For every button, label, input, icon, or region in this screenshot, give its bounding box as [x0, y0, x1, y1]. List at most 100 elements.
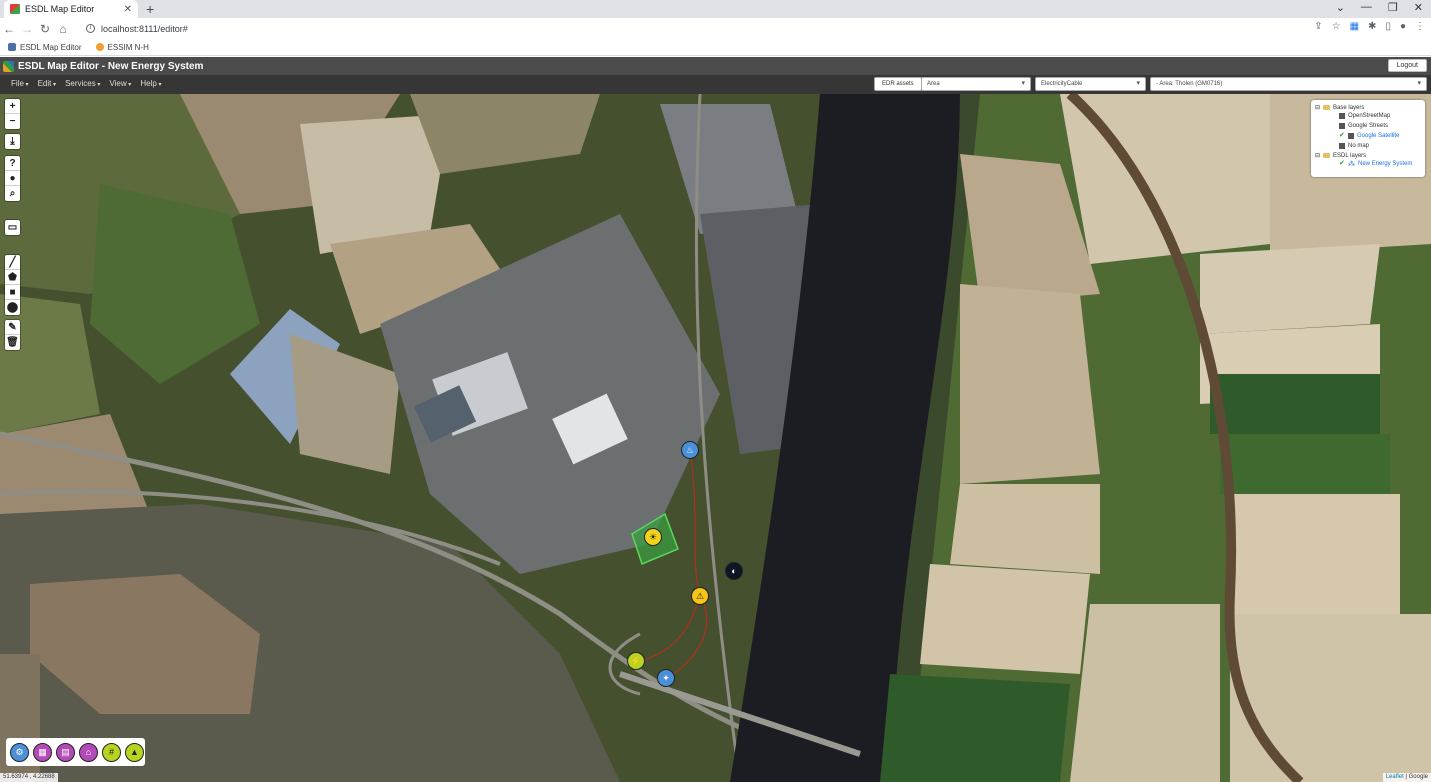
download-control: ⤓ [5, 134, 20, 149]
layer-icon [1339, 143, 1345, 149]
site-info-icon[interactable]: i [86, 24, 95, 33]
storage-icon[interactable]: ▦ [33, 742, 52, 762]
tab-search-icon[interactable]: ⌄ [1336, 1, 1345, 14]
windows-extension-icon[interactable]: ▦ [1350, 21, 1359, 32]
esdl-favicon-icon [10, 4, 20, 14]
building-icon[interactable]: ⌂ [79, 742, 98, 762]
leaflet-link[interactable]: Leaflet [1386, 774, 1404, 780]
area-select[interactable]: Area [921, 77, 1031, 91]
bookmark-label: ESDL Map Editor [20, 42, 82, 52]
tools-control: ? ● ⌕ [5, 156, 20, 201]
layer-openstreetmap[interactable]: OpenStreetMap [1315, 111, 1421, 121]
transformer-marker-icon[interactable]: ⚡ [627, 652, 645, 670]
logout-button[interactable]: Logout [1387, 59, 1427, 72]
google-attribution: Google [1408, 774, 1428, 780]
layer-label: New Energy System [1358, 161, 1413, 167]
bookmark-esdl[interactable]: ESDL Map Editor [8, 43, 82, 52]
download-icon[interactable]: ⤓ [5, 134, 20, 149]
home-icon[interactable]: ⌂ [54, 22, 72, 36]
draw-marker-icon[interactable]: ⬤ [5, 300, 20, 315]
browser-tab-bar: ESDL Map Editor ✕ + ⌄ — ❐ ✕ [0, 0, 1431, 18]
menu-services[interactable]: Services [65, 79, 100, 88]
region-select[interactable]: - Area: Tholen (GM0716) [1150, 77, 1427, 91]
layers-panel: ⊟ Base layers OpenStreetMap Google Stree… [1311, 100, 1425, 177]
profile-avatar-icon[interactable]: ● [1400, 21, 1406, 32]
layer-google-streets[interactable]: Google Streets [1315, 121, 1421, 131]
edr-assets-button[interactable]: EDR assets [874, 77, 922, 91]
esdl-layers-group[interactable]: ⊟ ESDL layers [1315, 152, 1421, 160]
draw-rectangle-icon[interactable]: ■ [5, 285, 20, 300]
layer-new-energy-system[interactable]: ✔ ⁂ New Energy System [1315, 159, 1421, 169]
menu-edit[interactable]: Edit [38, 79, 56, 88]
producer-icon[interactable]: ▲ [125, 742, 144, 762]
app-header: ESDL Map Editor - New Energy System Logo… [0, 57, 1431, 75]
window-controls: ⌄ — ❐ ✕ [1336, 1, 1423, 14]
comment-control: ▭ [5, 220, 20, 235]
layer-label: Google Satellite [1357, 133, 1400, 139]
delete-layers-icon[interactable]: 🗑 [5, 335, 20, 350]
minimize-icon[interactable]: — [1361, 1, 1372, 14]
help-icon[interactable]: ? [5, 156, 20, 171]
tab-close-icon[interactable]: ✕ [124, 4, 132, 15]
forward-icon[interactable]: → [18, 22, 36, 36]
sidepanel-icon[interactable]: ▯ [1385, 21, 1391, 32]
reload-icon[interactable]: ↻ [36, 22, 54, 36]
storage-marker-icon[interactable]: ◐ [725, 562, 743, 580]
zoom-control: + − [5, 99, 20, 129]
share-icon[interactable]: ⇪ [1314, 21, 1322, 32]
checked-icon: ✔ [1339, 160, 1345, 167]
extension-icons: ⇪ ☆ ▦ ✱ ▯ ● ⋮ [1314, 21, 1425, 32]
cable-select[interactable]: ElectricityCable [1035, 77, 1146, 91]
layer-google-satellite[interactable]: ✔ Google Satellite [1315, 131, 1421, 141]
satellite-imagery [0, 94, 1431, 782]
heatpump-icon[interactable]: ⚙ [10, 742, 29, 762]
warning-marker-icon[interactable]: ⚠ [691, 587, 709, 605]
zoom-out-button[interactable]: − [5, 114, 20, 129]
new-tab-button[interactable]: + [146, 1, 154, 17]
menu-view[interactable]: View [109, 79, 131, 88]
esdl-icon [8, 43, 16, 51]
close-window-icon[interactable]: ✕ [1414, 1, 1423, 14]
edit-layers-icon[interactable]: ✎ [5, 320, 20, 335]
joint-marker-icon[interactable]: ✦ [657, 669, 675, 687]
map-canvas[interactable]: + − ⤓ ? ● ⌕ ▭ ╱ ⬟ ■ ⬤ ✎ 🗑 ⊟ Base layers … [0, 94, 1431, 782]
heatpump-marker-icon[interactable]: ♨ [681, 441, 699, 459]
app-title: ESDL Map Editor - New Energy System [18, 60, 204, 72]
pv-park-marker-icon[interactable]: ☀ [644, 528, 662, 546]
draw-toolbar: ╱ ⬟ ■ ⬤ [5, 255, 20, 315]
comment-icon[interactable]: ▭ [5, 220, 20, 235]
layer-icon [1339, 123, 1345, 129]
maximize-icon[interactable]: ❐ [1388, 1, 1398, 14]
bookmark-label: ESSIM N-H [107, 42, 149, 52]
bookmark-essim[interactable]: ESSIM N-H [95, 42, 149, 52]
base-layers-group[interactable]: ⊟ Base layers [1315, 104, 1421, 112]
app-toolbar: File Edit Services View Help EDR assets … [0, 75, 1431, 94]
zoom-in-button[interactable]: + [5, 99, 20, 114]
folder-icon [1323, 153, 1331, 158]
network-icon: ⁂ [1348, 161, 1355, 168]
layer-no-map[interactable]: No map [1315, 141, 1421, 151]
browser-tab[interactable]: ESDL Map Editor ✕ [4, 0, 138, 18]
browser-menu-icon[interactable]: ⋮ [1415, 21, 1425, 32]
draw-polyline-icon[interactable]: ╱ [5, 255, 20, 270]
layer-label: Google Streets [1348, 123, 1389, 129]
draw-polygon-icon[interactable]: ⬟ [5, 270, 20, 285]
essim-icon [95, 43, 104, 51]
extensions-puzzle-icon[interactable]: ✱ [1368, 21, 1376, 32]
tree-expand-icon[interactable]: ⊟ [1315, 152, 1320, 159]
pv-icon[interactable]: # [102, 742, 121, 762]
address-bar-row: ← → ↻ ⌂ i localhost:8111/editor# ⇪ ☆ ▦ ✱… [0, 18, 1431, 39]
tree-expand-icon[interactable]: ⊟ [1315, 104, 1320, 111]
asset-palette: ⚙ ▦ ▤ ⌂ # ▲ [6, 738, 145, 766]
info-icon[interactable]: ● [5, 171, 20, 186]
url-field[interactable]: i localhost:8111/editor# [80, 20, 1330, 37]
layer-icon [1348, 133, 1354, 139]
checked-icon: ✔ [1339, 132, 1345, 139]
battery-icon[interactable]: ▤ [56, 742, 75, 762]
back-icon[interactable]: ← [0, 22, 18, 36]
bookmark-star-icon[interactable]: ☆ [1332, 21, 1341, 32]
menu-help[interactable]: Help [140, 79, 161, 88]
folder-icon [1323, 105, 1331, 110]
search-icon[interactable]: ⌕ [5, 186, 20, 201]
menu-file[interactable]: File [11, 79, 29, 88]
